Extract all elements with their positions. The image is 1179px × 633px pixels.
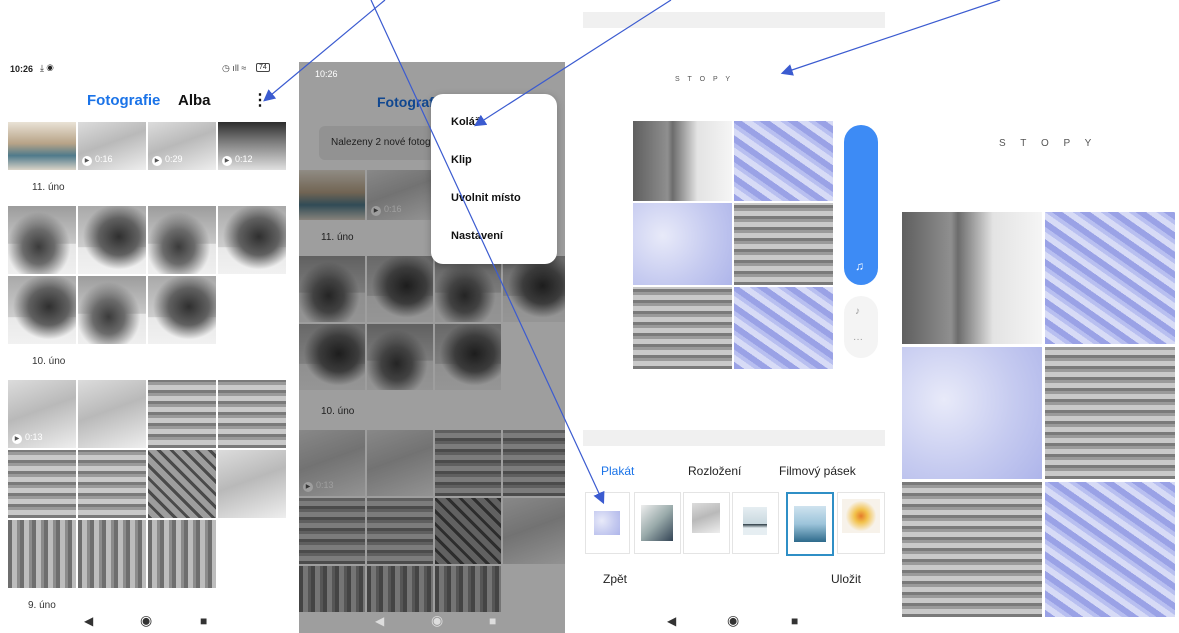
arrow-to-more-options (263, 0, 386, 102)
arrow-to-collage-menu (473, 0, 672, 127)
arrow-to-poster-template (370, 0, 605, 505)
status-time: 10:26 (315, 69, 338, 79)
arrow-to-collage-title (780, 0, 1001, 76)
annotation-arrows (263, 0, 1001, 505)
